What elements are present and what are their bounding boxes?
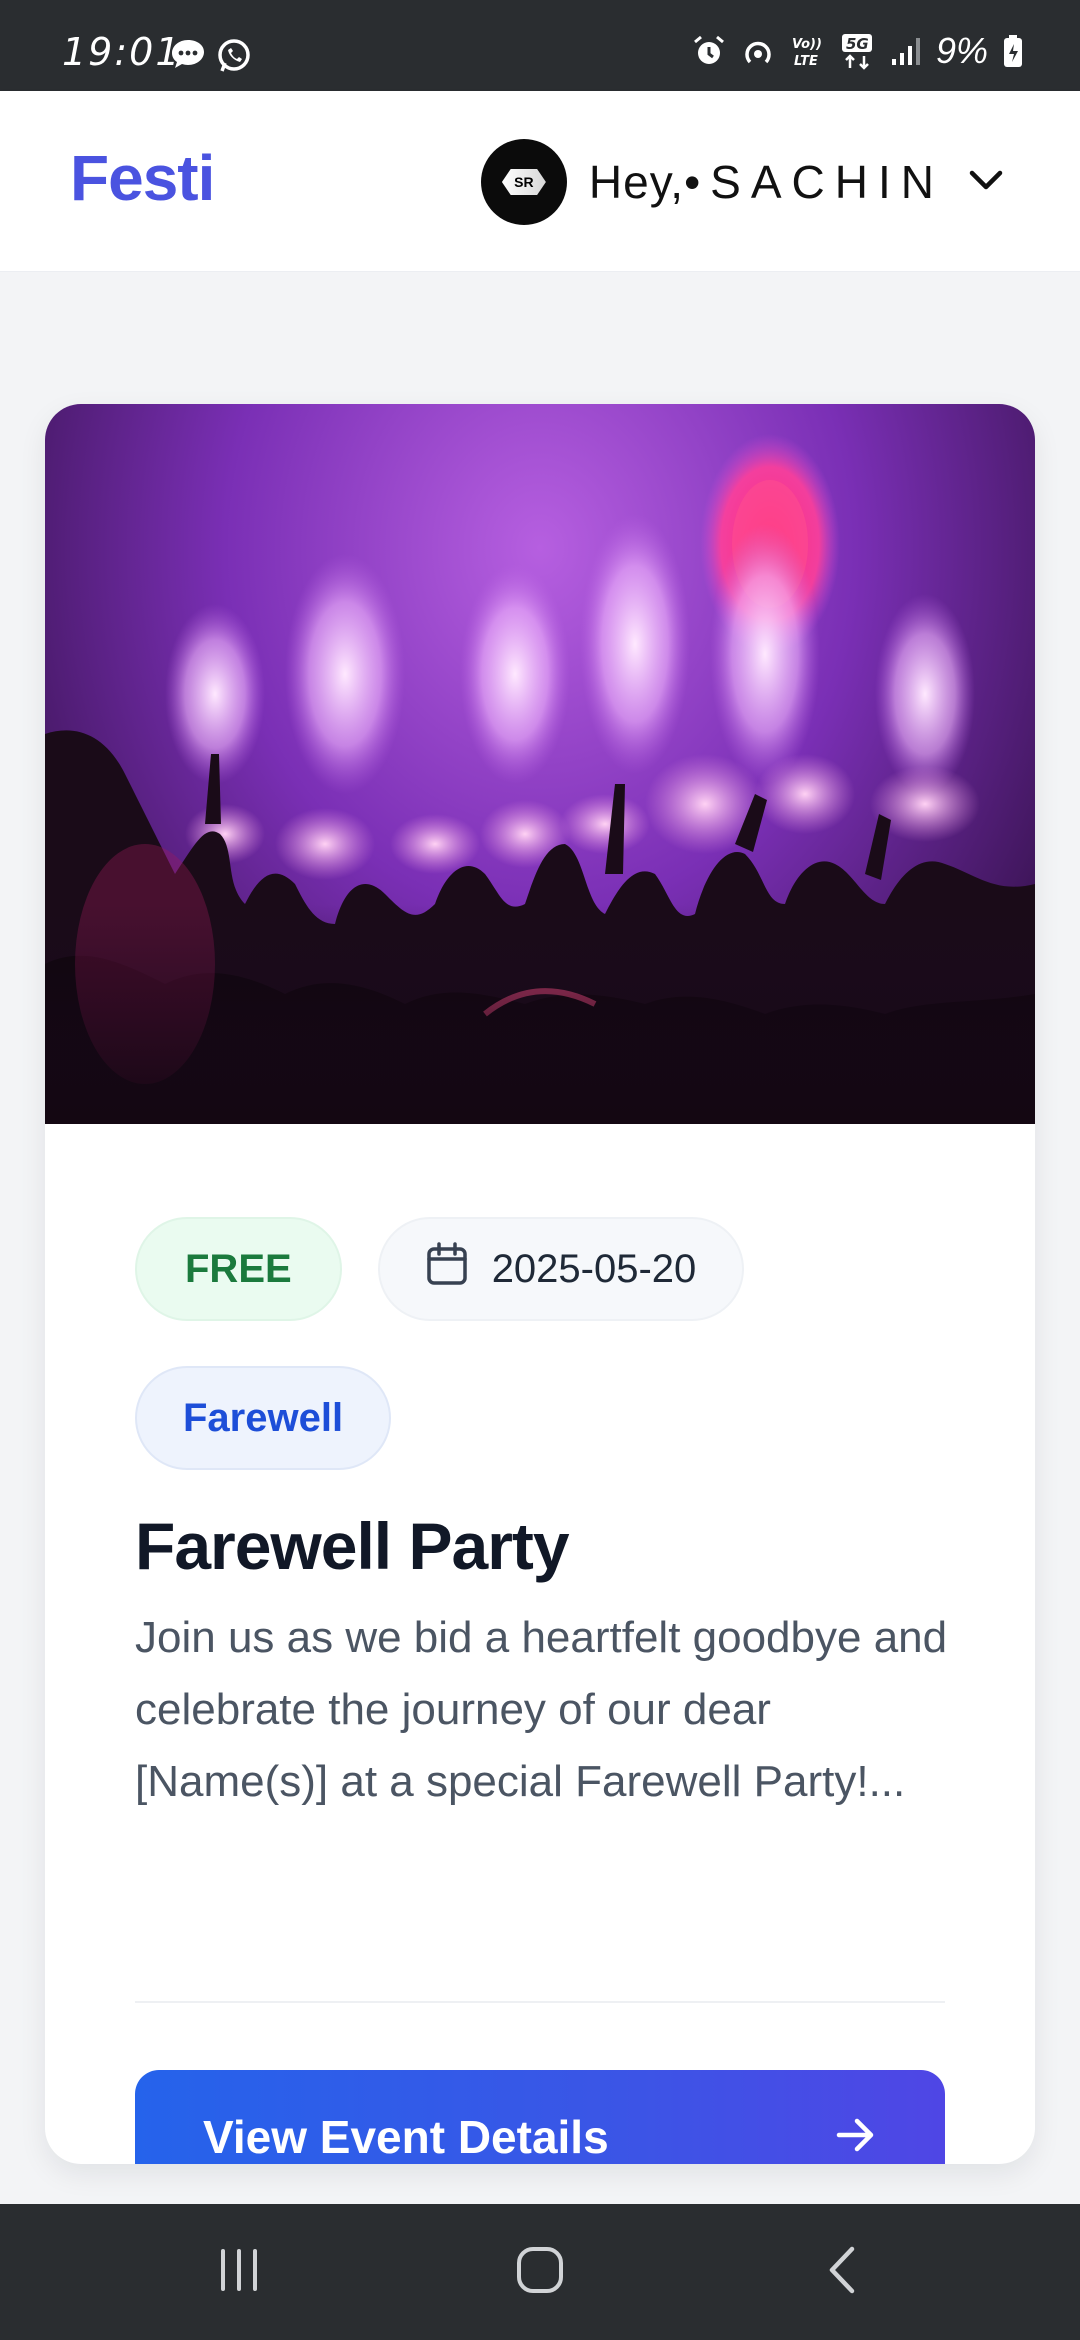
volte-icon: Vo)) LTE	[790, 33, 826, 69]
user-menu-button[interactable]: SR Hey, •SACHIN	[480, 139, 1006, 225]
view-event-details-button[interactable]: View Event Details	[135, 2070, 945, 2164]
username-text: •SACHIN	[684, 156, 944, 208]
recent-apps-icon	[214, 2245, 264, 2300]
price-badge: FREE	[135, 1217, 342, 1321]
event-badges: FREE 2025-05-20	[135, 1217, 745, 1321]
battery-text: 9%	[935, 30, 988, 71]
event-title: Farewell Party	[135, 1509, 570, 1583]
category-badge: Farewell	[135, 1366, 392, 1470]
status-left-icons	[170, 38, 252, 79]
back-button[interactable]	[743, 2204, 943, 2340]
chevron-down-icon	[966, 160, 1006, 205]
main-content: FREE 2025-05-20 Farewell Farewell Party …	[0, 272, 1080, 2204]
card-divider	[135, 2001, 945, 2003]
user-greeting: Hey, •SACHIN	[589, 155, 944, 209]
home-button[interactable]	[440, 2204, 640, 2340]
5g-icon: 5G	[840, 32, 876, 70]
recent-apps-button[interactable]	[139, 2204, 339, 2340]
brand-logo[interactable]: Festi	[70, 141, 215, 215]
hotspot-icon	[740, 34, 776, 68]
battery-icon	[1002, 34, 1024, 68]
event-description: Join us as we bid a heartfelt goodbye an…	[135, 1613, 948, 1806]
status-bar: 19:01 Vo)) LTE 5G 9%	[0, 0, 1080, 91]
signal-icon	[890, 35, 922, 67]
event-card[interactable]: FREE 2025-05-20 Farewell Farewell Party …	[45, 404, 1035, 2164]
date-badge: 2025-05-20	[377, 1217, 745, 1321]
greeting-text: Hey,	[588, 156, 685, 208]
svg-text:Vo)): Vo))	[792, 37, 822, 52]
system-nav-bar	[0, 2204, 1080, 2340]
status-right-icons: Vo)) LTE 5G 9%	[692, 30, 1024, 72]
calendar-icon	[426, 1242, 468, 1296]
event-date: 2025-05-20	[491, 1246, 697, 1291]
arrow-right-icon	[833, 2113, 877, 2162]
concert-illustration	[45, 434, 1035, 1124]
chat-bubble-icon	[170, 38, 206, 79]
svg-text:LTE: LTE	[794, 54, 818, 69]
app-header: Festi SR Hey, •SACHIN	[0, 91, 1080, 272]
svg-text:5G: 5G	[846, 35, 869, 53]
avatar-initials: SR	[501, 169, 546, 195]
event-image	[45, 404, 1035, 1124]
back-icon	[818, 2245, 868, 2300]
status-time: 19:01	[62, 30, 182, 74]
home-icon	[515, 2245, 565, 2300]
alarm-icon	[692, 34, 726, 68]
cta-label: View Event Details	[203, 2111, 609, 2163]
whatsapp-icon	[216, 38, 252, 79]
avatar: SR	[480, 139, 567, 225]
